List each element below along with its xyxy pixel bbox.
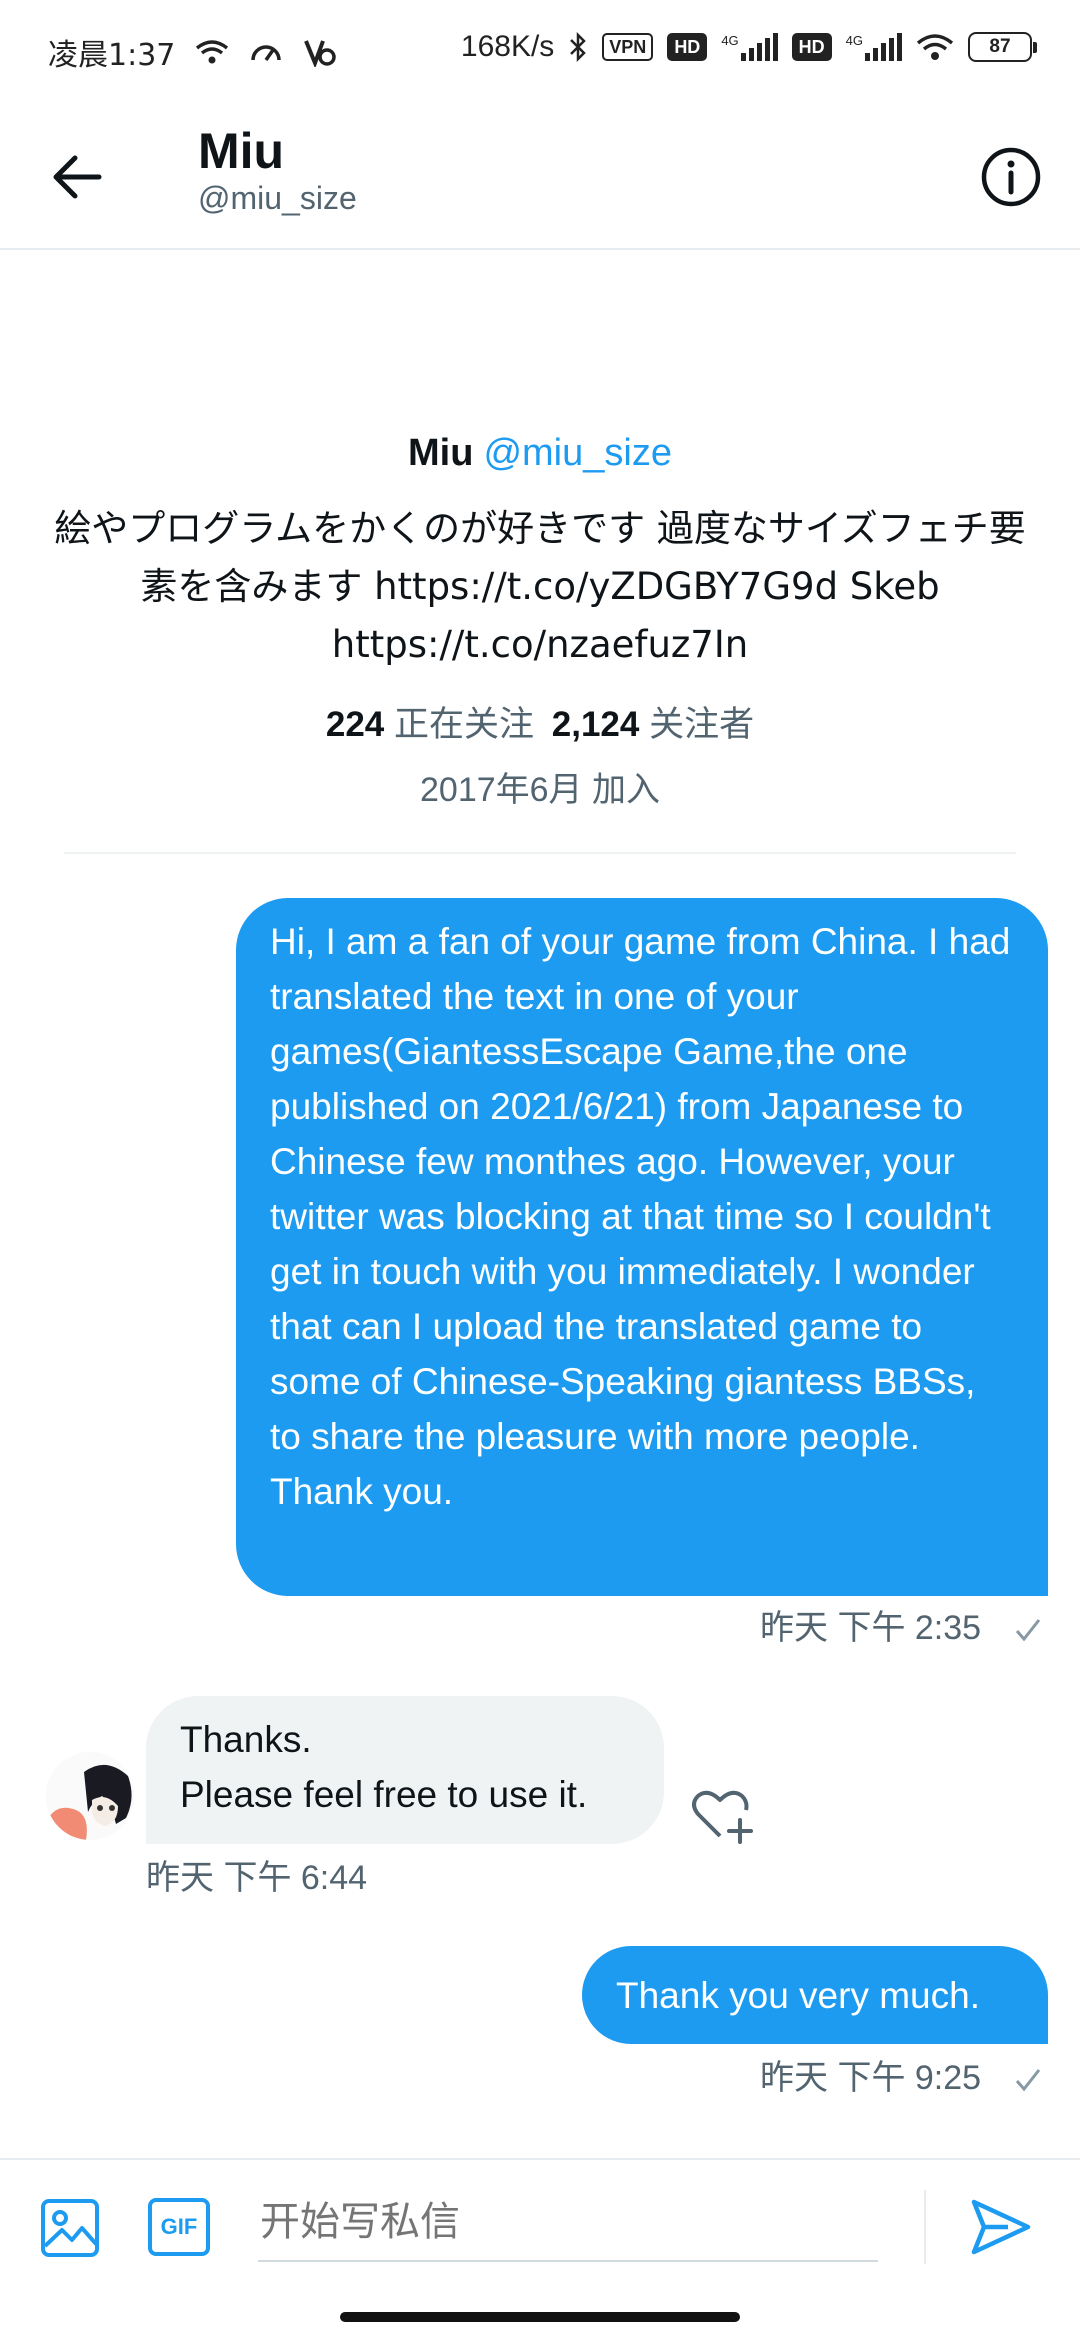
message-timestamp: 昨天 下午 2:35: [760, 1609, 982, 1647]
status-time: 凌晨1:37: [48, 38, 176, 73]
message-line-2: Please feel free to use it.: [180, 1774, 588, 1815]
signal-bars-icon-2: [865, 33, 902, 61]
profile-bio: 絵やプログラムをかくのが好きです 過度なサイズフェチ要素を含みます https:…: [54, 507, 1026, 666]
sent-check-icon: [1015, 1619, 1041, 1642]
send-button[interactable]: [968, 2194, 1038, 2264]
image-icon: [41, 2199, 99, 2257]
media-button[interactable]: [38, 2196, 102, 2260]
network-type-label: 4G: [721, 33, 739, 48]
home-indicator[interactable]: [340, 2312, 740, 2322]
profile-handle: @miu_size: [483, 432, 672, 474]
signal-bars-icon: [740, 33, 778, 61]
network-speed: 168K/s: [460, 30, 555, 63]
profile-divider: [64, 852, 1016, 854]
message-line-1: Thanks.: [180, 1719, 312, 1760]
vpn-badge: VPN: [602, 33, 654, 61]
profile-name-row[interactable]: Miu @miu_size: [0, 432, 1080, 475]
back-button[interactable]: [42, 142, 112, 212]
outgoing-message-bubble[interactable]: Thank you very much.: [582, 1946, 1048, 2044]
message-input[interactable]: [258, 2184, 878, 2262]
following-label: 正在关注: [394, 705, 535, 744]
sent-check-icon: [1015, 2069, 1041, 2092]
followers-label: 关注者: [649, 705, 755, 744]
battery-level: 87: [989, 36, 1011, 57]
like-message-button[interactable]: [690, 1782, 754, 1846]
hotspot-icon: [251, 45, 282, 62]
outgoing-message-bubble[interactable]: Hi, I am a fan of your game from China. …: [236, 898, 1048, 1596]
following-link[interactable]: 224 正在关注: [326, 705, 534, 744]
vpn-key-icon: [304, 40, 337, 67]
joined-date: 2017年6月 加入: [420, 771, 660, 809]
profile-stats: 224 正在关注 2,124 关注者: [0, 696, 1080, 747]
send-icon: [971, 2199, 1031, 2255]
followers-link[interactable]: 2,124 关注者: [552, 705, 754, 744]
header-name: Miu: [198, 123, 285, 179]
followers-count: 2,124: [551, 705, 640, 744]
wifi-icon: [196, 40, 229, 64]
conversation-header: Miu @miu_size: [0, 98, 1080, 250]
battery-icon: 87: [968, 32, 1037, 62]
status-bar: 凌晨1:37 168K/s VPN HD 4G HD 4G 87: [0, 0, 1080, 98]
hd-badge: HD: [667, 33, 708, 61]
wifi-icon-2: [916, 34, 954, 60]
bluetooth-icon: [570, 31, 587, 63]
message-text: Thank you very much.: [616, 1974, 980, 2016]
gif-label: GIF: [160, 2214, 198, 2239]
profile-name: Miu: [408, 432, 474, 474]
message-timestamp: 昨天 下午 6:44: [146, 1859, 368, 1897]
signal-2: 4G: [846, 33, 902, 61]
info-icon: [981, 147, 1041, 207]
message-text: Hi, I am a fan of your game from China. …: [270, 921, 1011, 1512]
info-button[interactable]: [976, 142, 1046, 212]
gif-button[interactable]: GIF: [148, 2198, 210, 2256]
heart-plus-icon: [692, 1790, 753, 1844]
avatar[interactable]: [46, 1752, 134, 1840]
arrow-left-icon: [53, 155, 102, 199]
following-count: 224: [325, 705, 385, 744]
header-handle: @miu_size: [198, 180, 357, 216]
signal-1: 4G: [721, 33, 778, 61]
message-timestamp: 昨天 下午 9:25: [760, 2059, 982, 2097]
network-type-label-2: 4G: [845, 33, 863, 48]
incoming-message-bubble[interactable]: Thanks. Please feel free to use it.: [146, 1696, 664, 1844]
hd-badge-2: HD: [791, 33, 832, 61]
composer-divider: [924, 2190, 926, 2264]
avatar-image: [46, 1752, 134, 1840]
